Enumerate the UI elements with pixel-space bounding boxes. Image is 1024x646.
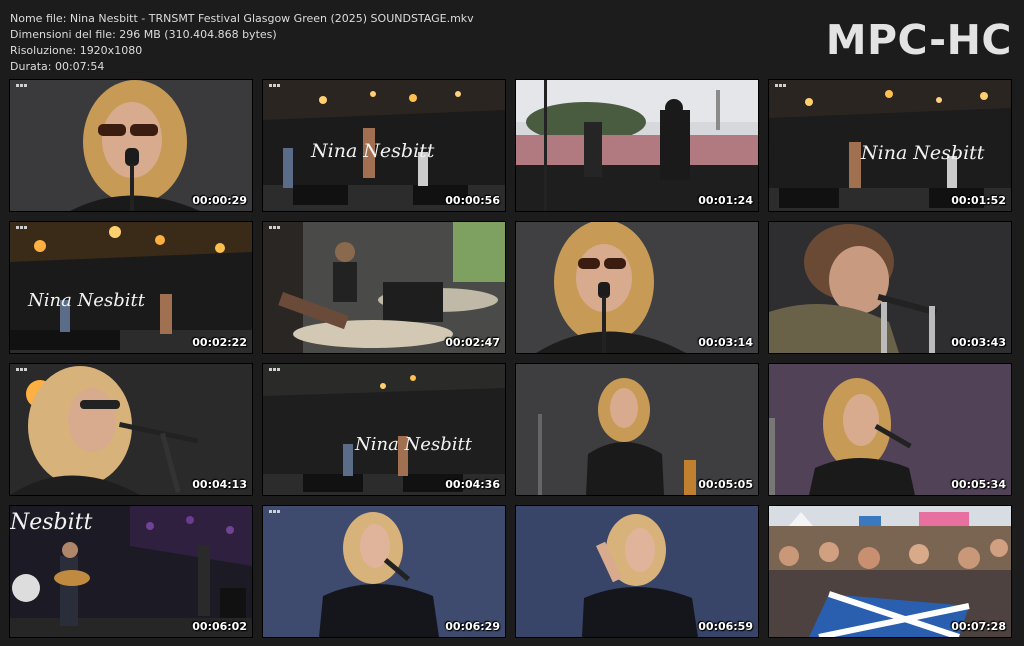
thumbnail-image bbox=[10, 364, 252, 495]
thumbnail-image bbox=[10, 222, 252, 353]
thumbnail-4[interactable]: Nina Nesbitt 00:01:52 bbox=[768, 79, 1012, 212]
thumbnail-14[interactable]: 00:06:29 bbox=[262, 505, 506, 638]
thumbnail-image bbox=[769, 222, 1011, 353]
thumbnail-timestamp: 00:00:29 bbox=[192, 194, 247, 207]
broadcaster-logo bbox=[269, 84, 280, 87]
thumbnail-2[interactable]: Nina Nesbitt 00:00:56 bbox=[262, 79, 506, 212]
thumbnail-image bbox=[263, 222, 505, 353]
thumbnail-timestamp: 00:06:02 bbox=[192, 620, 247, 633]
stage-sign: Nina Nesbitt bbox=[28, 290, 145, 311]
duration-line: Durata: 00:07:54 bbox=[10, 60, 105, 73]
thumbnail-12[interactable]: 00:05:34 bbox=[768, 363, 1012, 496]
thumbnail-8[interactable]: 00:03:43 bbox=[768, 221, 1012, 354]
thumbnail-timestamp: 00:02:47 bbox=[445, 336, 500, 349]
thumbnail-7[interactable]: 00:03:14 bbox=[515, 221, 759, 354]
thumbnail-15[interactable]: 00:06:59 bbox=[515, 505, 759, 638]
broadcaster-logo bbox=[269, 226, 280, 229]
broadcaster-logo bbox=[16, 368, 27, 371]
thumbnail-11[interactable]: 00:05:05 bbox=[515, 363, 759, 496]
thumbnail-image bbox=[263, 364, 505, 495]
file-name-line: Nome file: Nina Nesbitt - TRNSMT Festiva… bbox=[10, 12, 474, 25]
brand-logo: MPC-HC bbox=[825, 16, 1012, 64]
thumbnail-5[interactable]: Nina Nesbitt 00:02:22 bbox=[9, 221, 253, 354]
stage-sign: Nina Nesbitt bbox=[861, 142, 985, 164]
file-size-line: Dimensioni del file: 296 MB (310.404.868… bbox=[10, 28, 277, 41]
thumbnail-image bbox=[10, 80, 252, 211]
thumbnail-1[interactable]: 00:00:29 bbox=[9, 79, 253, 212]
thumbnail-image bbox=[516, 364, 758, 495]
thumbnail-timestamp: 00:01:24 bbox=[698, 194, 753, 207]
thumbnail-13[interactable]: Nesbitt 00:06:02 bbox=[9, 505, 253, 638]
thumbnail-6[interactable]: 00:02:47 bbox=[262, 221, 506, 354]
broadcaster-logo bbox=[269, 510, 280, 513]
broadcaster-logo bbox=[16, 84, 27, 87]
thumbnail-16[interactable]: 00:07:28 bbox=[768, 505, 1012, 638]
thumbnail-timestamp: 00:05:34 bbox=[951, 478, 1006, 491]
thumbnail-timestamp: 00:04:13 bbox=[192, 478, 247, 491]
thumbnail-timestamp: 00:04:36 bbox=[445, 478, 500, 491]
thumbnail-timestamp: 00:03:43 bbox=[951, 336, 1006, 349]
thumbnail-image bbox=[263, 506, 505, 637]
thumbnail-9[interactable]: 00:04:13 bbox=[9, 363, 253, 496]
broadcaster-logo bbox=[269, 368, 280, 371]
thumbnail-timestamp: 00:00:56 bbox=[445, 194, 500, 207]
thumbnail-grid: 00:00:29 Nina Nesbitt 00:00:56 00:01:24 … bbox=[9, 79, 1012, 638]
thumbnail-timestamp: 00:03:14 bbox=[698, 336, 753, 349]
stage-sign: Nina Nesbitt bbox=[311, 140, 435, 162]
thumbnail-3[interactable]: 00:01:24 bbox=[515, 79, 759, 212]
thumbnail-image bbox=[516, 222, 758, 353]
thumbnail-timestamp: 00:07:28 bbox=[951, 620, 1006, 633]
thumbnail-image bbox=[516, 506, 758, 637]
thumbnail-timestamp: 00:02:22 bbox=[192, 336, 247, 349]
broadcaster-logo bbox=[16, 226, 27, 229]
thumbnail-image bbox=[516, 80, 758, 211]
thumbnail-timestamp: 00:05:05 bbox=[698, 478, 753, 491]
thumbnail-image bbox=[769, 364, 1011, 495]
thumbnail-10[interactable]: Nina Nesbitt 00:04:36 bbox=[262, 363, 506, 496]
resolution-line: Risoluzione: 1920x1080 bbox=[10, 44, 143, 57]
stage-sign: Nina Nesbitt bbox=[355, 434, 472, 455]
thumbnail-image bbox=[769, 506, 1011, 637]
broadcaster-logo bbox=[775, 84, 786, 87]
thumbnail-timestamp: 00:06:29 bbox=[445, 620, 500, 633]
file-info: Nome file: Nina Nesbitt - TRNSMT Festiva… bbox=[10, 11, 474, 75]
thumbnail-timestamp: 00:06:59 bbox=[698, 620, 753, 633]
stage-sign-partial: Nesbitt bbox=[10, 510, 93, 535]
thumbnail-timestamp: 00:01:52 bbox=[951, 194, 1006, 207]
